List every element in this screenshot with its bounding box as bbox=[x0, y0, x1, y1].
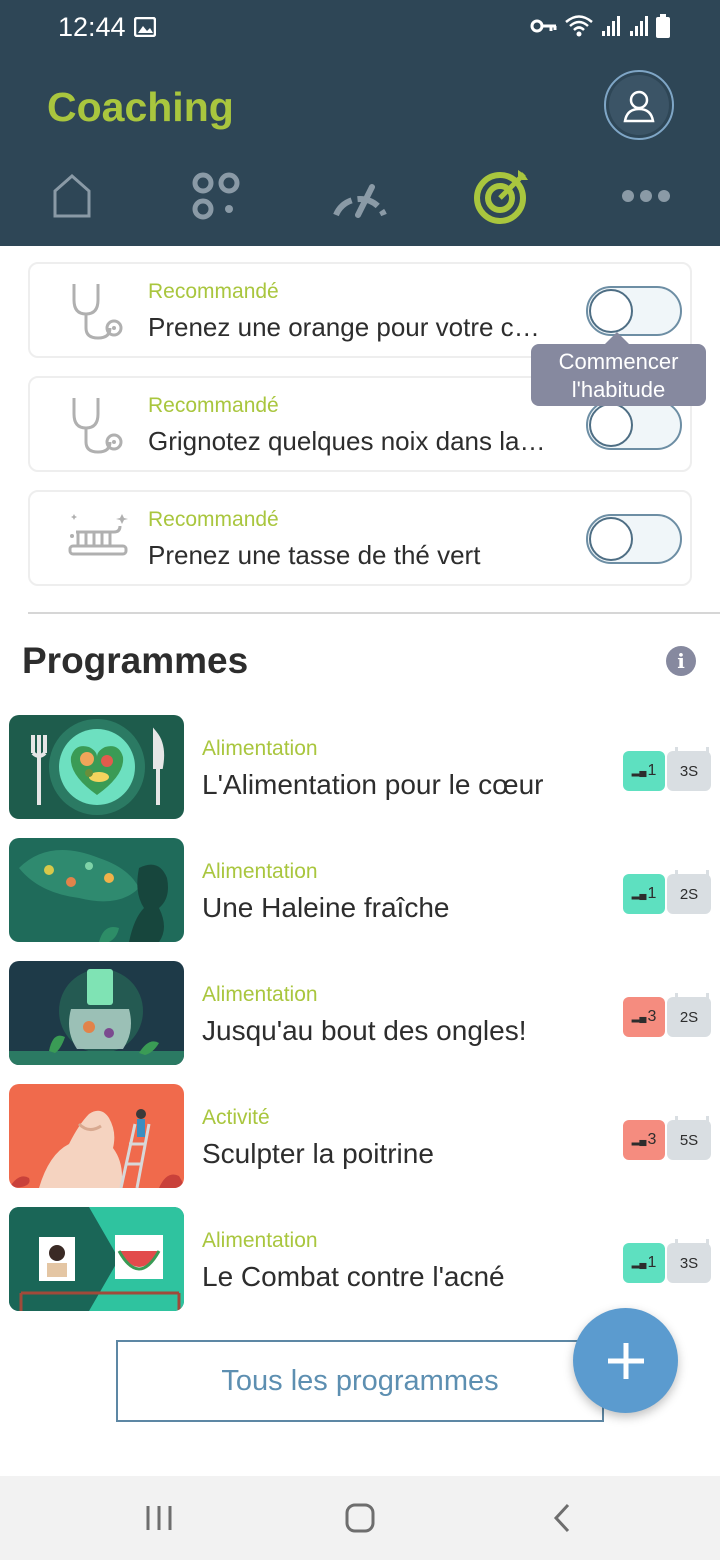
toggle-knob bbox=[589, 517, 633, 561]
habit-toggle[interactable] bbox=[586, 286, 682, 336]
duration-badge: 3S bbox=[667, 1239, 711, 1283]
program-thumbnail bbox=[9, 961, 184, 1065]
program-title: Le Combat contre l'acné bbox=[202, 1261, 505, 1292]
level-value: 3 bbox=[647, 1008, 657, 1025]
program-title: L'Alimentation pour le cœur bbox=[202, 769, 544, 800]
gallery-notification-icon bbox=[134, 17, 156, 37]
sculpture-illustration bbox=[9, 1084, 184, 1188]
program-title: Une Haleine fraîche bbox=[202, 892, 450, 923]
habit-title: Grignotez quelques noix dans la journée bbox=[148, 426, 550, 456]
target-icon bbox=[474, 170, 528, 224]
home-nav-button[interactable] bbox=[340, 1498, 380, 1538]
chevron-left-icon bbox=[553, 1503, 570, 1533]
start-habit-tooltip: Commencer l'habitude bbox=[531, 332, 706, 406]
program-category: Alimentation bbox=[202, 1229, 318, 1252]
signal-bars-icon: ▂▄ bbox=[631, 1011, 647, 1023]
level-value: 1 bbox=[647, 885, 657, 902]
tab-gauge[interactable] bbox=[328, 164, 392, 228]
plus-icon bbox=[607, 1342, 644, 1379]
program-category: Alimentation bbox=[202, 983, 318, 1006]
signal-icon-2 bbox=[630, 16, 648, 36]
program-thumbnail bbox=[9, 1084, 184, 1188]
toothbrush-icon bbox=[68, 514, 128, 556]
fresh-breath-illustration bbox=[9, 838, 184, 942]
section-divider bbox=[28, 612, 720, 614]
tooltip-line-1: Commencer bbox=[558, 349, 679, 374]
tab-apps[interactable] bbox=[184, 164, 248, 228]
back-button[interactable] bbox=[542, 1498, 582, 1538]
info-icon[interactable]: i bbox=[666, 646, 696, 676]
program-thumbnail bbox=[9, 1207, 184, 1311]
more-dots-icon bbox=[622, 190, 670, 202]
duration-badge: 2S bbox=[667, 993, 711, 1037]
status-icons bbox=[530, 14, 670, 38]
vpn-key-icon bbox=[530, 19, 557, 33]
habit-tag: Recommandé bbox=[148, 508, 279, 531]
program-title: Jusqu'au bout des ongles! bbox=[202, 1015, 527, 1046]
tooltip-line-2: l'habitude bbox=[571, 377, 666, 402]
signal-bars-icon: ▂▄ bbox=[631, 888, 647, 900]
duration-badge: 5S bbox=[667, 1116, 711, 1160]
home-square-icon bbox=[345, 1503, 375, 1533]
habit-tag: Recommandé bbox=[148, 280, 279, 303]
level-badge: ▂▄ 1 bbox=[623, 874, 665, 914]
system-nav-bar bbox=[0, 1476, 720, 1560]
habit-title: Prenez une orange pour votre collation bbox=[148, 312, 550, 342]
program-row[interactable]: Alimentation Une Haleine fraîche ▂▄ 1 2S bbox=[0, 838, 720, 944]
profile-button[interactable] bbox=[604, 70, 674, 140]
signal-bars-icon: ▂▄ bbox=[631, 1257, 647, 1269]
duration-badge: 2S bbox=[667, 870, 711, 914]
signal-bars-icon: ▂▄ bbox=[631, 1134, 647, 1146]
program-thumbnail bbox=[9, 838, 184, 942]
programs-heading: Programmes bbox=[22, 640, 249, 681]
program-title: Sculpter la poitrine bbox=[202, 1138, 434, 1169]
habit-toggle[interactable] bbox=[586, 514, 682, 564]
habit-tag: Recommandé bbox=[148, 394, 279, 417]
level-value: 3 bbox=[647, 1131, 657, 1148]
heart-food-plate-illustration bbox=[9, 715, 184, 819]
program-thumbnail bbox=[9, 715, 184, 819]
stethoscope-icon bbox=[72, 284, 123, 340]
acne-fight-illustration bbox=[9, 1207, 184, 1311]
recent-apps-icon bbox=[146, 1506, 172, 1530]
stethoscope-icon bbox=[72, 398, 123, 454]
level-badge: ▂▄ 3 bbox=[623, 1120, 665, 1160]
toggle-knob bbox=[589, 403, 633, 447]
program-category: Alimentation bbox=[202, 860, 318, 883]
battery-icon bbox=[656, 14, 670, 38]
tab-coaching[interactable] bbox=[470, 164, 534, 228]
tab-home[interactable] bbox=[40, 164, 104, 228]
habit-toggle[interactable] bbox=[586, 400, 682, 450]
nail-polish-illustration bbox=[9, 961, 184, 1065]
wifi-icon bbox=[565, 15, 593, 37]
level-badge: ▂▄ 1 bbox=[623, 1243, 665, 1283]
recent-apps-button[interactable] bbox=[139, 1498, 179, 1538]
status-time: 12:44 bbox=[58, 12, 126, 42]
grid-dots-icon bbox=[192, 172, 240, 220]
level-badge: ▂▄ 1 bbox=[623, 751, 665, 791]
program-category: Alimentation bbox=[202, 737, 318, 760]
app-header: 12:44 Coaching bbox=[0, 0, 720, 246]
level-badge: ▂▄ 3 bbox=[623, 997, 665, 1037]
signal-bars-icon: ▂▄ bbox=[631, 765, 647, 777]
level-value: 1 bbox=[647, 1254, 657, 1271]
home-icon bbox=[53, 173, 91, 218]
page-title: Coaching bbox=[47, 84, 234, 130]
gauge-icon bbox=[333, 184, 387, 218]
program-row[interactable]: Alimentation Le Combat contre l'acné ▂▄ 1… bbox=[0, 1207, 720, 1313]
level-value: 1 bbox=[647, 762, 657, 779]
program-row[interactable]: Alimentation Jusqu'au bout des ongles! ▂… bbox=[0, 961, 720, 1067]
program-row[interactable]: Alimentation L'Alimentation pour le cœur… bbox=[0, 715, 720, 821]
toggle-knob bbox=[589, 289, 633, 333]
program-category: Activité bbox=[202, 1106, 270, 1129]
program-row[interactable]: Activité Sculpter la poitrine ▂▄ 3 5S bbox=[0, 1084, 720, 1190]
signal-icon bbox=[602, 16, 620, 36]
user-icon bbox=[623, 90, 655, 123]
habit-title: Prenez une tasse de thé vert bbox=[148, 540, 481, 570]
duration-badge: 3S bbox=[667, 747, 711, 791]
add-button[interactable] bbox=[573, 1308, 678, 1413]
tab-more[interactable] bbox=[614, 164, 678, 228]
habit-card[interactable]: Recommandé Prenez une tasse de thé vert bbox=[28, 490, 692, 586]
all-programs-button[interactable]: Tous les programmes bbox=[116, 1340, 604, 1422]
